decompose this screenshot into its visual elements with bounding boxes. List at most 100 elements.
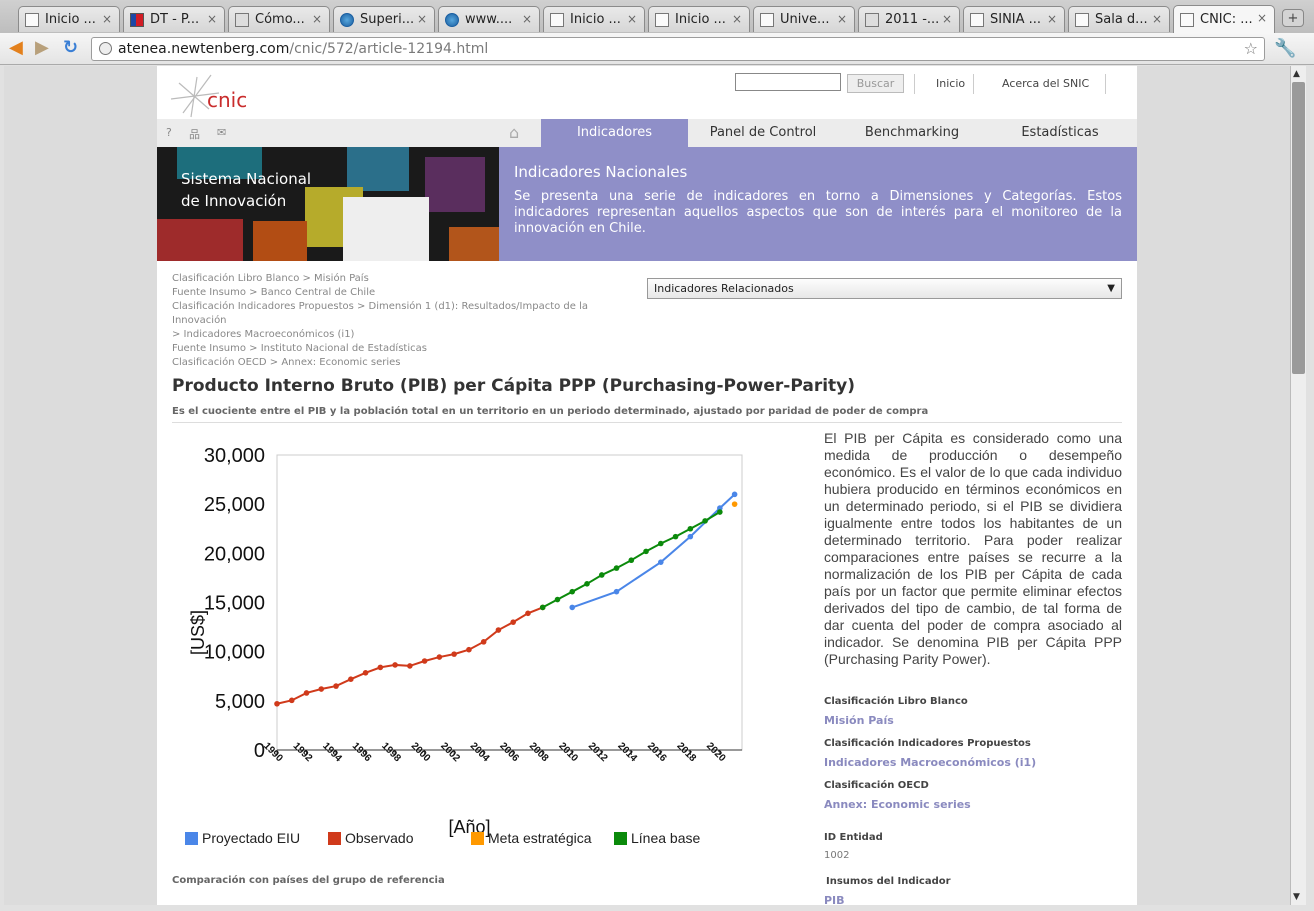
logo-text: cnic xyxy=(207,88,248,112)
tab-estadisticas[interactable]: Estadísticas xyxy=(986,119,1134,147)
page-globe-icon xyxy=(99,42,112,55)
comparison-heading: Comparación con países del grupo de refe… xyxy=(172,875,445,886)
page-subtitle: Es el cuociente entre el PIB y la poblac… xyxy=(172,406,929,417)
doc-favicon-icon xyxy=(655,12,669,27)
tab-indicadores[interactable]: Indicadores xyxy=(541,119,688,147)
acerca-link[interactable]: Acerca del SNIC xyxy=(1002,77,1089,90)
browser-tab[interactable]: Inicio ... × xyxy=(543,6,645,32)
tab-label: 2011 -... xyxy=(885,12,940,27)
tab-benchmarking[interactable]: Benchmarking xyxy=(838,119,986,147)
new-tab-button[interactable]: + xyxy=(1282,9,1304,27)
forward-arrow-icon[interactable]: ▶ xyxy=(35,38,49,58)
scroll-up-icon[interactable]: ▲ xyxy=(1293,69,1300,79)
related-indicators-select[interactable]: Indicadores Relacionados ▼ xyxy=(647,278,1122,299)
data-point xyxy=(672,533,679,540)
sitemap-icon[interactable]: 品 xyxy=(189,126,200,142)
breadcrumb-line[interactable]: Clasificación OECD > Annex: Economic ser… xyxy=(172,356,642,370)
mail-icon[interactable]: ✉ xyxy=(217,126,226,139)
legend-swatch xyxy=(614,831,627,845)
data-point xyxy=(613,588,620,595)
banner-cube xyxy=(347,147,409,191)
data-point xyxy=(569,604,576,611)
header-divider xyxy=(1105,74,1106,94)
data-point xyxy=(658,559,664,565)
banner-description: Indicadores Nacionales Se presenta una s… xyxy=(499,147,1137,261)
plot-area xyxy=(276,454,743,751)
banner-cube xyxy=(343,197,429,261)
legend-label: Línea base xyxy=(631,830,701,846)
gdp-chart: 05,00010,00015,00020,00025,00030,0001990… xyxy=(188,445,743,837)
reload-icon[interactable]: ↻ xyxy=(63,38,78,58)
bookmark-star-icon[interactable]: ☆ xyxy=(1244,38,1258,60)
breadcrumb-line[interactable]: Clasificación Libro Blanco > Misión País xyxy=(172,272,642,286)
browser-tab[interactable]: Superi... × xyxy=(333,6,435,32)
banner-cube xyxy=(157,219,243,261)
browser-tab[interactable]: Unive... × xyxy=(753,6,855,32)
banner-image: Sistema Nacional de Innovación xyxy=(157,147,499,261)
back-arrow-icon[interactable]: ◀ xyxy=(9,38,23,58)
close-tab-icon[interactable]: × xyxy=(1152,12,1162,26)
scroll-down-icon[interactable]: ▼ xyxy=(1293,892,1300,902)
close-tab-icon[interactable]: × xyxy=(1257,11,1267,25)
close-tab-icon[interactable]: × xyxy=(1047,12,1057,26)
browser-toolbar: ◀ ▶ ↻ atenea.newtenberg.com/cnic/572/art… xyxy=(0,33,1314,65)
close-tab-icon[interactable]: × xyxy=(627,12,637,26)
y-tick-label: 30,000 xyxy=(204,445,265,467)
browser-tab[interactable]: SINIA ... × xyxy=(963,6,1065,32)
meta-value-link[interactable]: Annex: Economic series xyxy=(824,798,971,811)
browser-tab[interactable]: Cómo... × xyxy=(228,6,330,32)
data-point xyxy=(658,540,664,547)
globe-favicon-icon xyxy=(340,12,354,27)
meta-label: Clasificación Indicadores Propuestos xyxy=(824,738,1031,749)
tab-label: DT - P... xyxy=(150,12,200,27)
tab-label: Unive... xyxy=(780,12,830,27)
browser-tab[interactable]: 2011 -... × xyxy=(858,6,960,32)
data-point xyxy=(362,670,369,676)
address-bar[interactable]: atenea.newtenberg.com/cnic/572/article-1… xyxy=(91,37,1265,61)
close-tab-icon[interactable]: × xyxy=(417,12,427,26)
browser-tab[interactable]: Inicio ... × xyxy=(18,6,120,32)
data-point xyxy=(274,700,280,707)
breadcrumb-line[interactable]: Clasificación Indicadores Propuestos > D… xyxy=(172,300,642,328)
close-tab-icon[interactable]: × xyxy=(102,12,112,26)
breadcrumb-line[interactable]: Fuente Insumo > Banco Central de Chile xyxy=(172,286,642,300)
data-point xyxy=(731,501,738,507)
close-tab-icon[interactable]: × xyxy=(837,12,847,26)
close-tab-icon[interactable]: × xyxy=(522,12,532,26)
search-input[interactable] xyxy=(735,73,841,91)
vertical-scrollbar[interactable]: ▲ ▼ xyxy=(1290,66,1306,905)
browser-tab[interactable]: Inicio ... × xyxy=(648,6,750,32)
close-tab-icon[interactable]: × xyxy=(942,12,952,26)
meta-value-link[interactable]: Misión País xyxy=(824,714,894,727)
breadcrumb-line[interactable]: Fuente Insumo > Instituto Nacional de Es… xyxy=(172,342,642,356)
breadcrumb-line[interactable]: > Indicadores Macroeconómicos (i1) xyxy=(172,328,642,342)
data-point xyxy=(466,646,472,653)
browser-tab[interactable]: Sala d... × xyxy=(1068,6,1170,32)
img-favicon-icon xyxy=(235,12,249,27)
close-tab-icon[interactable]: × xyxy=(207,12,217,26)
y-tick-label: 25,000 xyxy=(204,494,265,516)
close-tab-icon[interactable]: × xyxy=(732,12,742,26)
tab-label: SINIA ... xyxy=(990,12,1042,27)
data-point xyxy=(348,676,354,682)
browser-tab[interactable]: www.... × xyxy=(438,6,540,32)
data-point xyxy=(569,588,576,595)
meta-value-link[interactable]: Indicadores Macroeconómicos (i1) xyxy=(824,756,1036,769)
inicio-link[interactable]: Inicio xyxy=(936,77,965,90)
data-point xyxy=(525,610,531,617)
wrench-menu-icon[interactable]: 🔧 xyxy=(1274,38,1296,59)
tab-panel-de-control[interactable]: Panel de Control xyxy=(688,119,838,147)
y-tick-label: 20,000 xyxy=(204,543,265,565)
help-icon[interactable]: ? xyxy=(166,126,172,139)
meta-value-link[interactable]: PIB xyxy=(824,894,845,905)
browser-tab[interactable]: CNIC: ... × xyxy=(1173,5,1275,33)
scrollbar-thumb[interactable] xyxy=(1292,82,1305,374)
search-button[interactable]: Buscar xyxy=(847,74,904,93)
home-icon[interactable]: ⌂ xyxy=(509,123,519,142)
close-tab-icon[interactable]: × xyxy=(312,12,322,26)
meta-value: 1002 xyxy=(824,850,850,861)
browser-tab[interactable]: DT - P... × xyxy=(123,6,225,32)
data-point xyxy=(643,548,649,555)
legend-item: Observado xyxy=(328,830,413,846)
legend-item: Proyectado EIU xyxy=(185,830,300,846)
